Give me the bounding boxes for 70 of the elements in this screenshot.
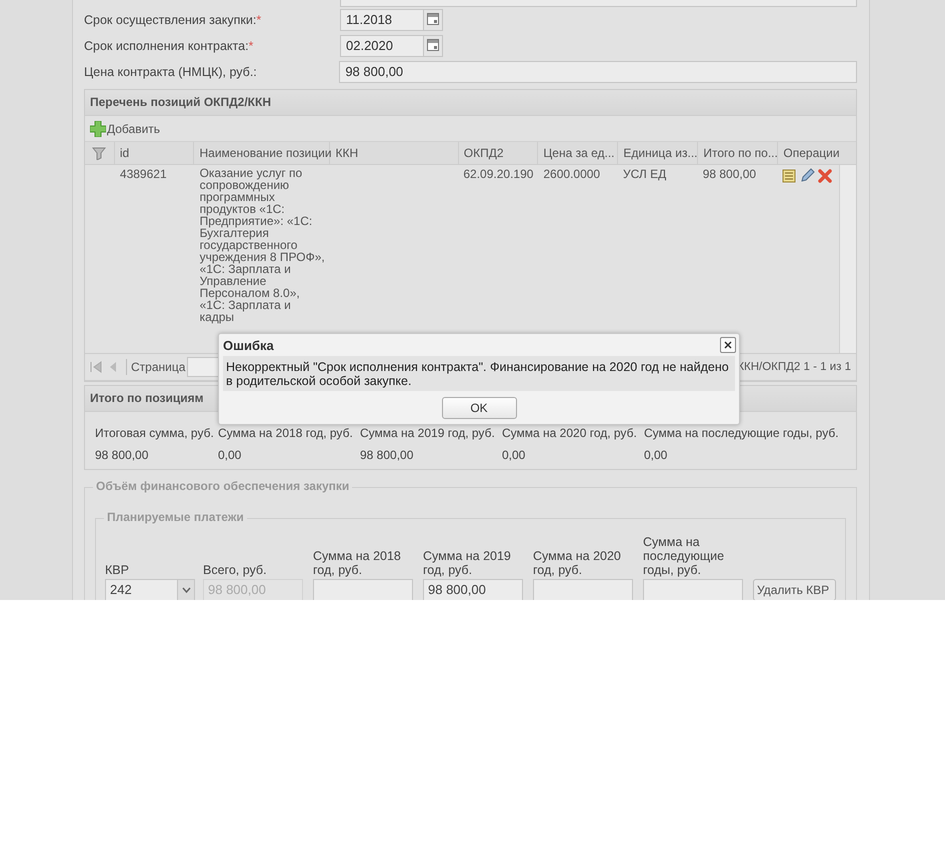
column-label: КВР: [105, 563, 130, 577]
dialog-title: Ошибка: [223, 338, 274, 352]
close-icon: [724, 341, 732, 349]
input-field[interactable]: 98 800,00: [423, 579, 523, 600]
column-label: Сумма на 2020 год, руб.: [533, 549, 622, 577]
fieldset-title: Планируемые платежи: [104, 510, 247, 524]
add-button[interactable]: Добавить: [90, 120, 160, 136]
column-header[interactable]: id: [114, 142, 194, 164]
table-cell-text: 4389621: [118, 166, 168, 183]
calendar-button[interactable]: [424, 9, 443, 31]
input-field[interactable]: [313, 579, 413, 600]
previous-page-icon: [108, 361, 118, 373]
total-label: Сумма на 2018 год, руб.: [218, 426, 354, 440]
column-header[interactable]: Итого по по...: [698, 142, 778, 164]
total-label: Сумма на 2020 год, руб.: [502, 426, 638, 440]
date-field[interactable]: 11.2018: [340, 9, 424, 31]
close-button[interactable]: [720, 337, 736, 353]
column-header[interactable]: Единица из...: [618, 142, 698, 164]
required-mark: *: [256, 13, 262, 27]
filter-icon: [92, 146, 106, 160]
table-cell-text: УСЛ ЕД: [622, 166, 668, 183]
plus-icon: [90, 120, 106, 136]
error-message: Некорректный "Срок исполнения контракта". Финансирование на 2020 год не найдено в родительской особой закупке.: [223, 356, 735, 391]
column-label: Сумма на последующие годы, руб.: [643, 535, 726, 577]
column-header[interactable]: Наименование позиции: [194, 142, 330, 164]
column-label: Сумма на 2018 год, руб.: [313, 549, 402, 577]
calendar-icon: [427, 13, 439, 25]
section-title: Перечень позиций ОКПД2/ККН: [85, 90, 856, 116]
document-icon: [781, 168, 798, 184]
select-field[interactable]: 242: [105, 579, 195, 600]
calendar-button[interactable]: [424, 35, 443, 57]
table-cell-text: 62.09.20.190: [462, 166, 534, 183]
field-label: Цена контракта (НМЦК), руб.:: [84, 65, 257, 79]
total-value: 0,00: [502, 448, 526, 462]
total-label: Итоговая сумма, руб.: [95, 426, 215, 440]
delete-icon: [817, 168, 834, 184]
table-cell-text: 98 800,00: [702, 166, 758, 183]
total-value: 0,00: [644, 448, 668, 462]
ok-button[interactable]: OK: [442, 397, 516, 419]
scrollbar[interactable]: [839, 165, 856, 353]
total-value: 98 800,00: [360, 448, 414, 462]
column-header[interactable]: Операции: [778, 142, 856, 164]
calendar-icon: [427, 39, 439, 51]
delete-button[interactable]: Удалить КВР: [753, 579, 836, 600]
chevron-down-icon: [182, 587, 190, 593]
table-cell-text: 2600.0000: [542, 166, 602, 183]
column-header[interactable]: Цена за ед...: [538, 142, 618, 164]
input-field[interactable]: [643, 579, 743, 600]
required-mark: *: [248, 39, 254, 53]
total-label: Сумма на 2019 год, руб.: [360, 426, 496, 440]
pencil-icon: [799, 168, 816, 184]
column-header[interactable]: ОКПД2: [458, 142, 538, 164]
page-label: Страница: [131, 360, 186, 374]
field-label: Срок исполнения контракта:: [84, 39, 249, 53]
total-value: 98 800,00: [95, 448, 150, 462]
page-input[interactable]: [187, 357, 220, 377]
total-value: 0,00: [218, 448, 242, 462]
date-field[interactable]: 02.2020: [340, 35, 424, 57]
pager-summary: ККН/ОКПД2 1 - 1 из 1: [737, 361, 851, 373]
column-header[interactable]: ККН: [330, 142, 459, 164]
input-field[interactable]: [340, 0, 857, 7]
field-label: Срок осуществления закупки:: [84, 13, 256, 27]
first-page-icon: [90, 361, 102, 373]
input-field[interactable]: [533, 579, 633, 600]
total-label: Сумма на последующие годы, руб.: [644, 426, 840, 440]
table-cell-text: Оказание услуг по сопровождению программных продуктов «1С: Предприятие»: «1С: Бухгалтерия государственного учреждения 8 ПРОФ», «1С: Зарплата и Управление Персоналом 8.0», «1С: Зарплата и кадры: [198, 165, 326, 326]
column-label: Сумма на 2019 год, руб.: [423, 549, 512, 577]
column-label: Всего, руб.: [203, 563, 268, 577]
fieldset-title: Объём финансового обеспечения закупки: [93, 479, 352, 493]
input-field[interactable]: 98 800,00: [339, 61, 857, 83]
